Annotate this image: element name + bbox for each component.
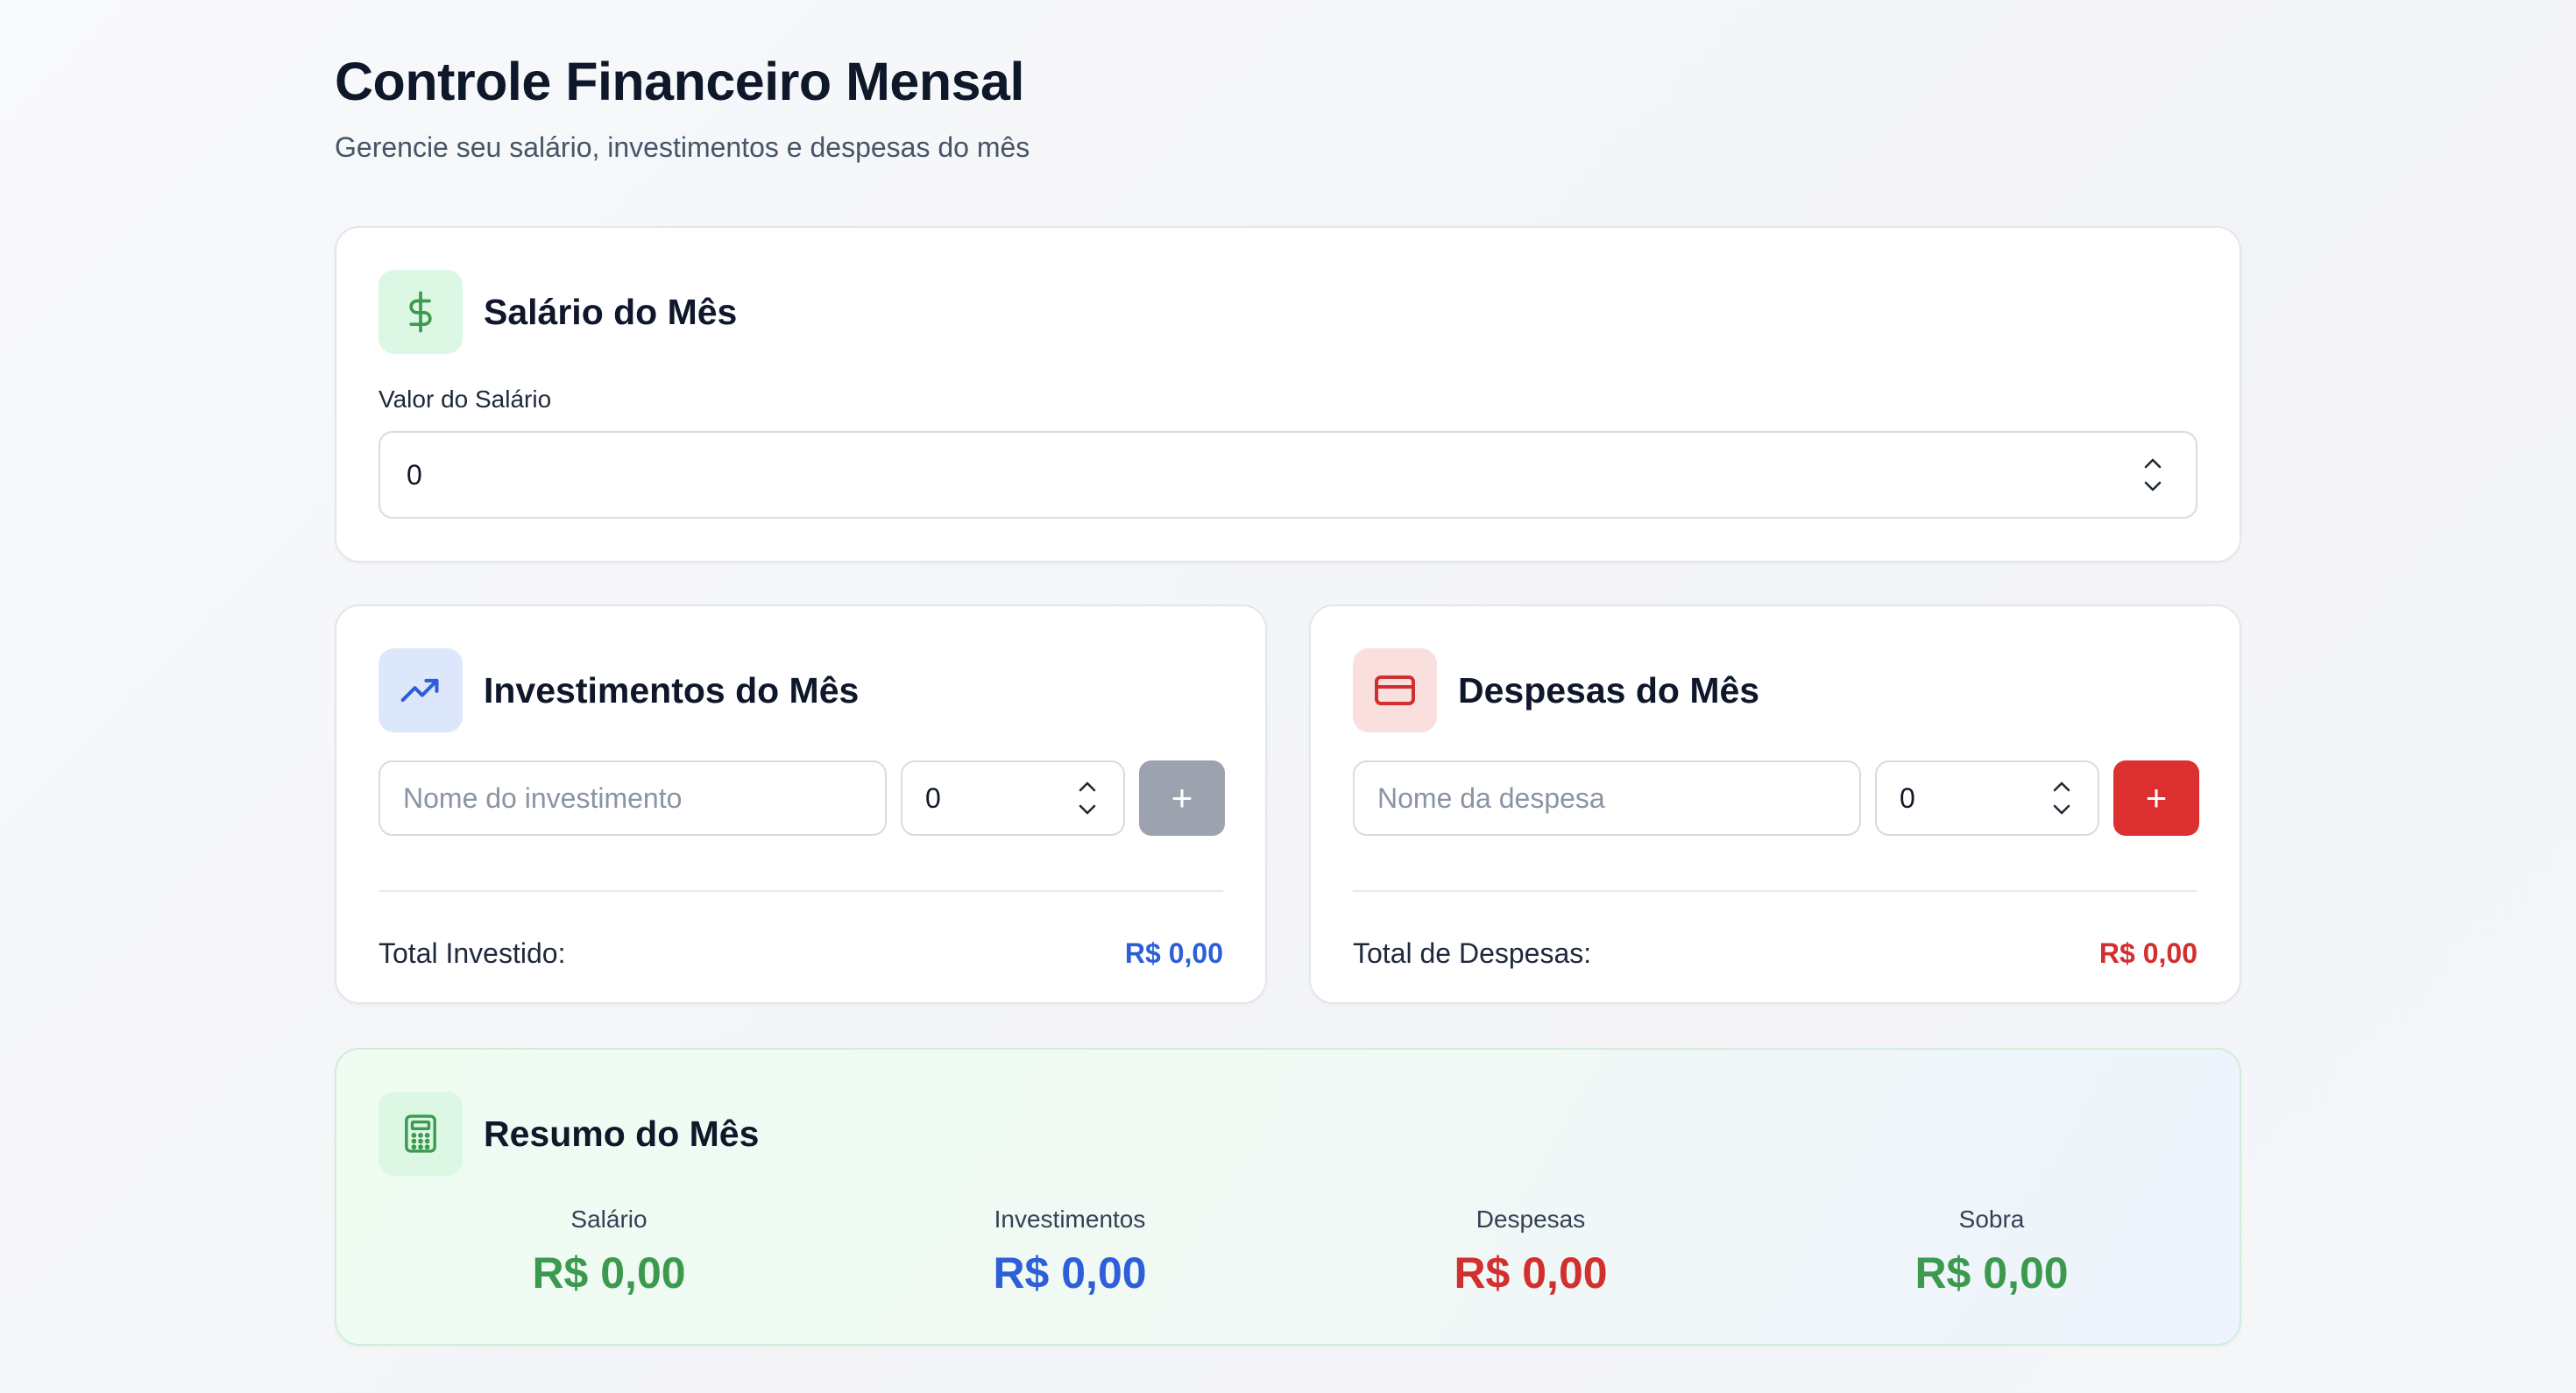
chevron-up-icon[interactable]: [2143, 457, 2162, 470]
expenses-total-label: Total de Despesas:: [1353, 937, 1592, 969]
calculator-icon: [379, 1092, 463, 1176]
salary-stepper[interactable]: [2141, 457, 2164, 492]
dollar-sign-icon: [379, 270, 463, 354]
summary-salary-label: Salário: [570, 1206, 648, 1233]
summary-investments-value: R$ 0,00: [993, 1248, 1147, 1298]
expense-amount-stepper[interactable]: [2050, 781, 2073, 816]
summary-item-salary: Salário R$ 0,00: [379, 1206, 839, 1298]
expenses-card: Despesas do Mês + Total de Despesas: R$ …: [1309, 605, 2241, 1004]
salary-card-header: Salário do Mês: [379, 270, 737, 354]
investment-name-input[interactable]: [379, 760, 887, 836]
chevron-down-icon[interactable]: [2052, 803, 2071, 816]
summary-card-header: Resumo do Mês: [379, 1092, 759, 1176]
salary-field-label: Valor do Salário: [379, 385, 552, 413]
expenses-divider: [1353, 890, 2197, 892]
page-subtitle: Gerencie seu salário, investimentos e de…: [335, 131, 1030, 163]
salary-input[interactable]: [379, 431, 2197, 519]
chevron-down-icon[interactable]: [2143, 480, 2162, 492]
page-title: Controle Financeiro Mensal: [335, 52, 1024, 111]
add-investment-button[interactable]: +: [1139, 760, 1225, 836]
salary-card: Salário do Mês Valor do Salário: [335, 226, 2241, 562]
chevron-down-icon[interactable]: [1078, 803, 1097, 816]
summary-expenses-value: R$ 0,00: [1454, 1248, 1608, 1298]
summary-card-title: Resumo do Mês: [484, 1113, 760, 1154]
investment-amount-stepper[interactable]: [1076, 781, 1099, 816]
chevron-up-icon[interactable]: [2052, 781, 2071, 793]
chevron-up-icon[interactable]: [1078, 781, 1097, 793]
investments-total-value: R$ 0,00: [1124, 937, 1223, 969]
summary-balance-value: R$ 0,00: [1914, 1248, 2069, 1298]
investments-total-label: Total Investido:: [379, 937, 566, 969]
expenses-card-header: Despesas do Mês: [1353, 648, 1759, 732]
salary-card-title: Salário do Mês: [484, 291, 738, 332]
summary-balance-label: Sobra: [1958, 1206, 2025, 1233]
summary-item-expenses: Despesas R$ 0,00: [1300, 1206, 1761, 1298]
summary-expenses-label: Despesas: [1476, 1206, 1586, 1233]
investments-divider: [379, 890, 1223, 892]
trending-up-icon: [379, 648, 463, 732]
expense-name-input[interactable]: [1353, 760, 1861, 836]
investments-card-header: Investimentos do Mês: [379, 648, 859, 732]
summary-item-investments: Investimentos R$ 0,00: [839, 1206, 1300, 1298]
investments-card: Investimentos do Mês + Total Investido: …: [335, 605, 1267, 1004]
expenses-total-value: R$ 0,00: [2098, 937, 2197, 969]
summary-card: Resumo do Mês Salário R$ 0,00 Investimen…: [335, 1048, 2241, 1346]
summary-item-balance: Sobra R$ 0,00: [1761, 1206, 2222, 1298]
credit-card-icon: [1353, 648, 1437, 732]
investments-card-title: Investimentos do Mês: [484, 669, 860, 711]
expenses-card-title: Despesas do Mês: [1458, 669, 1760, 711]
summary-salary-value: R$ 0,00: [532, 1248, 686, 1298]
add-expense-button[interactable]: +: [2113, 760, 2199, 836]
summary-investments-label: Investimentos: [994, 1206, 1146, 1233]
